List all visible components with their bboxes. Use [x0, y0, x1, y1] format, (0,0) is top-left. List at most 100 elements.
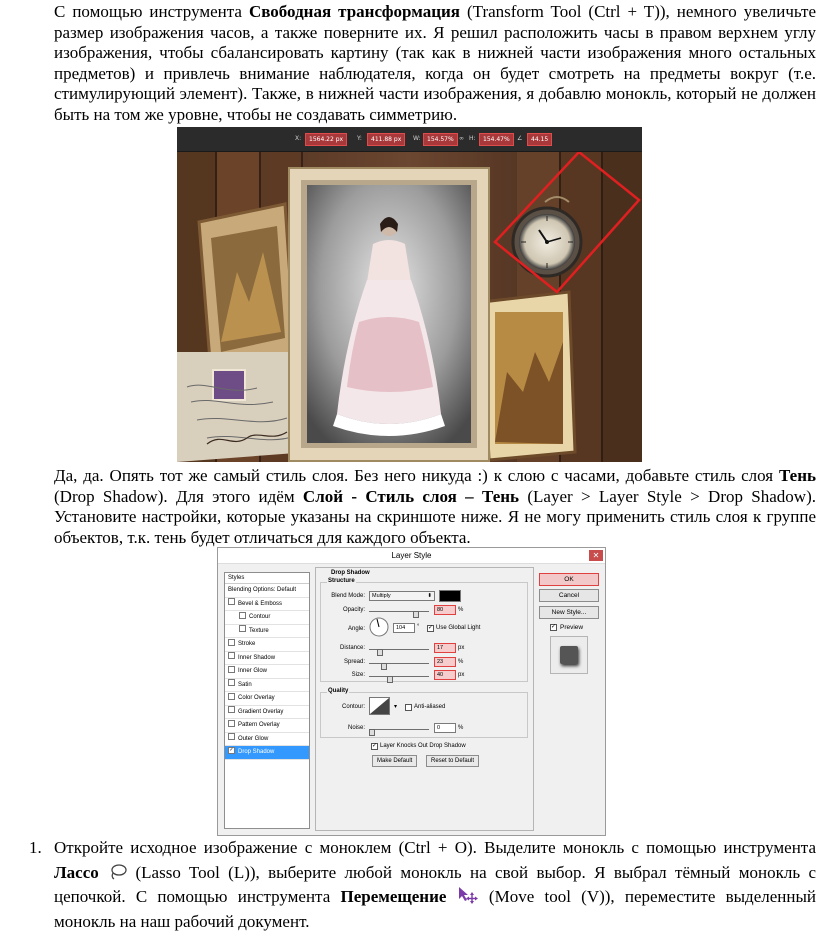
checkbox[interactable]	[228, 652, 235, 660]
angle-unit: °	[417, 624, 420, 630]
style-label: Blending Options: Default	[228, 587, 297, 593]
style-label: Contour	[249, 614, 271, 620]
style-item-blending-options[interactable]: Blending Options: Default	[225, 584, 309, 598]
checkbox[interactable]	[228, 638, 235, 646]
make-default-button[interactable]: Make Default	[372, 755, 418, 767]
styles-list: Styles Blending Options: Default Bevel &…	[224, 572, 310, 829]
text-run: Откройте исходное изображение с моноклем…	[54, 838, 816, 857]
size-slider[interactable]	[369, 676, 429, 677]
angle-dial[interactable]	[369, 617, 389, 637]
quality-group: Quality Contour: ▾ Anti-aliased Noise: 0…	[320, 688, 528, 738]
checkbox[interactable]	[239, 611, 246, 619]
checkbox[interactable]	[228, 679, 235, 687]
bold-term-shadow: Тень	[778, 466, 816, 485]
style-item-color-overlay[interactable]: Color Overlay	[225, 692, 309, 706]
ok-button[interactable]: OK	[539, 573, 599, 586]
styles-header[interactable]: Styles	[225, 573, 309, 584]
style-label: Stroke	[238, 641, 256, 647]
style-preview-box	[550, 636, 588, 674]
w-label: W:	[413, 135, 421, 142]
list-number: 1.	[29, 838, 42, 857]
spread-unit: %	[458, 659, 464, 665]
checkbox[interactable]	[239, 625, 246, 633]
distance-slider-thumb[interactable]	[377, 649, 383, 656]
noise-field[interactable]: 0	[434, 723, 456, 733]
opacity-slider-thumb[interactable]	[413, 611, 419, 618]
global-light-checkbox[interactable]: ✓	[427, 625, 434, 632]
spread-slider[interactable]	[369, 663, 429, 664]
y-label: Y:	[357, 135, 362, 142]
x-label: X:	[295, 135, 302, 142]
text-run: (Drop Shadow). Для этого идём	[54, 486, 303, 506]
rotation-field[interactable]: 44.15	[527, 133, 553, 146]
spread-field[interactable]: 23	[434, 657, 456, 667]
style-label: Gradient Overlay	[238, 708, 284, 715]
style-label: Texture	[249, 627, 269, 634]
opacity-label: Opacity:	[342, 607, 365, 613]
artwork-canvas	[177, 152, 642, 462]
shadow-color-swatch[interactable]	[439, 590, 461, 602]
style-label: Outer Glow	[238, 735, 269, 742]
style-item-inner-glow[interactable]: Inner Glow	[225, 665, 309, 679]
checkbox[interactable]	[228, 598, 235, 606]
style-item-outer-glow[interactable]: Outer Glow	[225, 733, 309, 746]
style-item-drop-shadow[interactable]: ✓ Drop Shadow	[225, 746, 309, 760]
style-item-pattern-overlay[interactable]: Pattern Overlay	[225, 719, 309, 733]
x-field[interactable]: 1564.22 px	[305, 133, 348, 146]
quality-title: Quality	[327, 688, 350, 694]
noise-slider[interactable]	[369, 729, 429, 730]
distance-field[interactable]: 17	[434, 643, 456, 653]
knocks-out-checkbox[interactable]: ✓	[371, 743, 378, 750]
size-label: Size:	[351, 672, 365, 678]
opacity-slider[interactable]	[369, 611, 429, 612]
style-item-texture[interactable]: Texture	[225, 625, 309, 638]
preview-checkbox[interactable]: ✓	[550, 624, 557, 631]
angle-field[interactable]: 104	[393, 623, 415, 633]
style-label: Drop Shadow	[238, 749, 275, 755]
blend-mode-select[interactable]: Multiply ⬍	[369, 591, 435, 601]
bold-term-lasso: Лассо	[54, 862, 99, 882]
style-item-satin[interactable]: Satin	[225, 679, 309, 692]
style-item-inner-shadow[interactable]: Inner Shadow	[225, 652, 309, 665]
y-field[interactable]: 411.88 px	[367, 133, 406, 146]
size-field[interactable]: 40	[434, 670, 456, 680]
style-item-stroke[interactable]: Stroke	[225, 638, 309, 652]
global-light-label: Use Global Light	[436, 625, 481, 631]
anti-aliased-checkbox[interactable]	[405, 704, 412, 711]
style-item-bevel-emboss[interactable]: Bevel & Emboss	[225, 598, 309, 611]
noise-label: Noise:	[347, 725, 365, 731]
h-label: H:	[469, 135, 476, 142]
contour-preview[interactable]	[369, 697, 393, 715]
style-item-contour[interactable]: Contour	[225, 611, 309, 625]
h-field[interactable]: 154.47%	[479, 133, 514, 146]
w-field[interactable]: 154.57%	[423, 133, 458, 146]
style-label: Color Overlay	[238, 695, 275, 701]
checkbox[interactable]	[228, 665, 235, 673]
spread-slider-thumb[interactable]	[381, 663, 387, 670]
cancel-button[interactable]: Cancel	[539, 589, 599, 602]
spread-label: Spread:	[343, 659, 365, 665]
text-run: С помощью инструмента	[54, 2, 249, 21]
section-title: Drop Shadow	[331, 570, 370, 576]
opacity-field[interactable]: 80	[434, 605, 456, 615]
link-icon[interactable]: ∞	[459, 133, 464, 144]
checkbox[interactable]	[228, 706, 235, 714]
size-slider-thumb[interactable]	[387, 676, 393, 683]
structure-title: Structure	[327, 578, 356, 584]
style-item-gradient-overlay[interactable]: Gradient Overlay	[225, 706, 309, 719]
opacity-unit: %	[458, 607, 464, 613]
checkbox[interactable]	[228, 733, 235, 741]
checkbox[interactable]	[228, 719, 235, 727]
close-icon[interactable]: ✕	[589, 550, 603, 561]
photo-frame	[288, 167, 490, 462]
bold-menu-path: Слой - Стиль слоя – Тень	[302, 486, 520, 506]
chevron-down-icon[interactable]: ▾	[394, 703, 397, 710]
noise-slider-thumb[interactable]	[369, 729, 375, 736]
new-style-button[interactable]: New Style...	[539, 606, 599, 619]
checkbox[interactable]	[228, 692, 235, 700]
blend-mode-value: Multiply	[372, 593, 391, 599]
paragraph-drop-shadow: Да, да. Опять тот же самый стиль слоя. Б…	[54, 466, 816, 548]
reset-default-button[interactable]: Reset to Default	[426, 755, 480, 767]
checkbox-checked[interactable]: ✓	[228, 746, 235, 754]
paragraph-intro: С помощью инструмента Свободная трансфор…	[54, 2, 816, 125]
